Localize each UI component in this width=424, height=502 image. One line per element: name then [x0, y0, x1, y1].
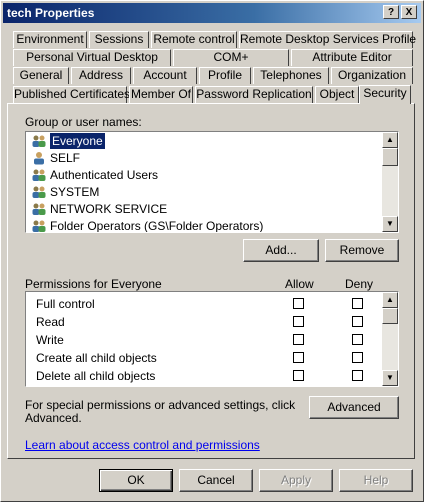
window-title: tech Properties [7, 6, 95, 20]
permission-row: Delete all child objects [26, 367, 382, 385]
permission-name: Read [36, 315, 65, 329]
permission-row: Write [26, 331, 382, 349]
tab-general[interactable]: General [13, 67, 69, 84]
allow-checkbox[interactable] [293, 316, 304, 327]
close-title-button[interactable]: X [401, 5, 417, 19]
properties-dialog: tech Properties ? X Environment Sessions… [0, 0, 424, 502]
title-bar[interactable]: tech Properties ? X [3, 3, 421, 23]
list-item[interactable]: NETWORK SERVICE [28, 201, 380, 217]
tab-security[interactable]: Security [359, 85, 411, 104]
users-icon [32, 186, 46, 198]
user-name: SELF [50, 151, 81, 165]
scroll-thumb[interactable] [382, 148, 398, 166]
tab-password-replication[interactable]: Password Replication [195, 86, 313, 103]
permission-name: Create all child objects [36, 351, 157, 365]
add-button[interactable]: Add... [243, 239, 319, 262]
scroll-up-icon[interactable]: ▲ [382, 132, 398, 148]
list-item[interactable]: Everyone [28, 133, 380, 149]
permission-name: Full control [36, 297, 95, 311]
permissions-scrollbar[interactable]: ▲ ▼ [382, 292, 398, 386]
permission-name: Write [36, 333, 64, 347]
scroll-up-icon[interactable]: ▲ [382, 292, 398, 308]
ok-button[interactable]: OK [99, 469, 173, 492]
user-icon [34, 152, 44, 165]
cancel-button[interactable]: Cancel [179, 469, 253, 492]
tab-account[interactable]: Account [133, 67, 197, 84]
permission-name: Delete all child objects [36, 369, 156, 383]
tab-rds-profile[interactable]: Remote Desktop Services Profile [239, 31, 416, 48]
deny-checkbox[interactable] [352, 334, 363, 345]
tab-address[interactable]: Address [71, 67, 131, 84]
deny-checkbox[interactable] [352, 352, 363, 363]
users-icon [32, 169, 46, 181]
scroll-thumb[interactable] [382, 308, 398, 324]
help-button[interactable]: Help [339, 469, 413, 492]
deny-checkbox[interactable] [352, 316, 363, 327]
tab-attribute-editor[interactable]: Attribute Editor [291, 49, 413, 66]
user-list[interactable]: Everyone SELF Authenticated Users SYSTEM [25, 131, 399, 233]
permissions-label: Permissions for Everyone [25, 277, 162, 291]
allow-checkbox[interactable] [293, 334, 304, 345]
help-title-button[interactable]: ? [383, 5, 399, 19]
tab-sessions[interactable]: Sessions [89, 31, 149, 48]
user-list-scrollbar[interactable]: ▲ ▼ [382, 132, 398, 232]
user-name: NETWORK SERVICE [50, 202, 168, 216]
tab-profile[interactable]: Profile [199, 67, 251, 84]
list-item[interactable]: SELF [28, 150, 380, 166]
list-item[interactable]: SYSTEM [28, 184, 380, 200]
permission-row: Create all child objects [26, 349, 382, 367]
tab-object[interactable]: Object [315, 86, 359, 103]
advanced-button[interactable]: Advanced [309, 396, 399, 419]
remove-button[interactable]: Remove [325, 239, 399, 262]
learn-more-link[interactable]: Learn about access control and permissio… [25, 438, 260, 452]
tab-remote-control[interactable]: Remote control [151, 31, 237, 48]
deny-checkbox[interactable] [352, 370, 363, 381]
group-label: Group or user names: [25, 115, 142, 129]
allow-checkbox[interactable] [293, 370, 304, 381]
permission-row: Full control [26, 295, 382, 313]
tab-organization[interactable]: Organization [331, 67, 413, 84]
permissions-list[interactable]: Full control Read Write Create all child… [25, 291, 399, 387]
permission-row: Read [26, 313, 382, 331]
permission-row [26, 385, 382, 386]
deny-checkbox[interactable] [352, 298, 363, 309]
users-icon [32, 203, 46, 215]
users-icon [32, 220, 46, 232]
scroll-down-icon[interactable]: ▼ [382, 216, 398, 232]
apply-button[interactable]: Apply [259, 469, 333, 492]
users-icon [32, 135, 46, 147]
scroll-down-icon[interactable]: ▼ [382, 370, 398, 386]
list-item[interactable]: Authenticated Users [28, 167, 380, 183]
tab-member-of[interactable]: Member Of [129, 86, 193, 103]
user-name: SYSTEM [50, 185, 100, 199]
tab-published-certificates[interactable]: Published Certificates [13, 86, 130, 103]
tab-telephones[interactable]: Telephones [253, 67, 329, 84]
special-permissions-text-2: Advanced. [25, 411, 82, 425]
tab-com-plus[interactable]: COM+ [173, 49, 289, 66]
allow-checkbox[interactable] [293, 352, 304, 363]
user-name: Authenticated Users [50, 168, 159, 182]
user-name: Everyone [50, 133, 105, 149]
list-item[interactable]: Folder Operators (GS\Folder Operators) [28, 218, 380, 233]
special-permissions-text: For special permissions or advanced sett… [25, 398, 296, 412]
deny-header: Deny [345, 277, 374, 291]
user-name: Folder Operators (GS\Folder Operators) [50, 219, 264, 233]
allow-checkbox[interactable] [293, 298, 304, 309]
allow-header: Allow [285, 277, 314, 291]
tab-personal-virtual-desktop[interactable]: Personal Virtual Desktop [13, 49, 171, 66]
tab-environment[interactable]: Environment [13, 31, 87, 48]
